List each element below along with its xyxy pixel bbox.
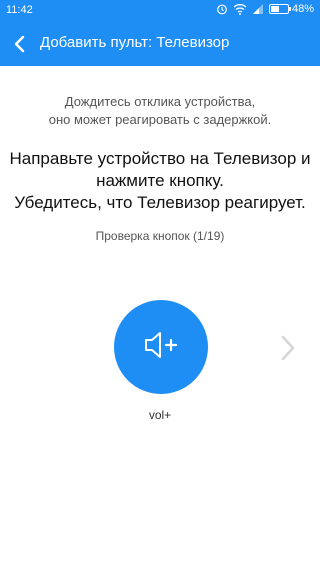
arrow-left-icon[interactable]: [8, 32, 32, 56]
wait-message-line-2: оно может реагировать с задержкой.: [48, 112, 272, 127]
button-check-progress: Проверка кнопок (1/19): [95, 229, 225, 243]
app-bar: Добавить пульт: Телевизор: [0, 22, 320, 66]
wifi-icon: [233, 3, 247, 15]
status-icons: 48%: [216, 3, 314, 15]
instruction-line-1: Направьте устройство на Телевизор и: [9, 149, 311, 168]
signal-icon: [252, 3, 264, 15]
send-volume-up-button[interactable]: [114, 300, 208, 394]
battery-icon: [268, 4, 291, 14]
volume-up-icon: [141, 328, 181, 367]
status-bar: 11:42 48%: [0, 0, 320, 22]
button-label: vol+: [148, 408, 172, 422]
wait-message-line-1: Дождитесь отклика устройства,: [64, 94, 256, 109]
status-time: 11:42: [6, 4, 33, 16]
chevron-right-icon[interactable]: [278, 334, 298, 362]
battery-fill: [270, 6, 279, 12]
instruction-line-3: Убедитесь, что Телевизор реагирует.: [14, 193, 306, 212]
alarm-icon: [216, 3, 228, 15]
page-title: Добавить пульт: Телевизор: [40, 34, 230, 51]
instruction-text: Направьте устройство на Телевизор и нажм…: [0, 148, 320, 214]
instruction-line-2: нажмите кнопку.: [96, 171, 224, 190]
wait-message: Дождитесь отклика устройства, оно может …: [10, 93, 310, 129]
battery-indicator: 48%: [268, 3, 314, 15]
battery-percent: 48%: [291, 3, 314, 15]
